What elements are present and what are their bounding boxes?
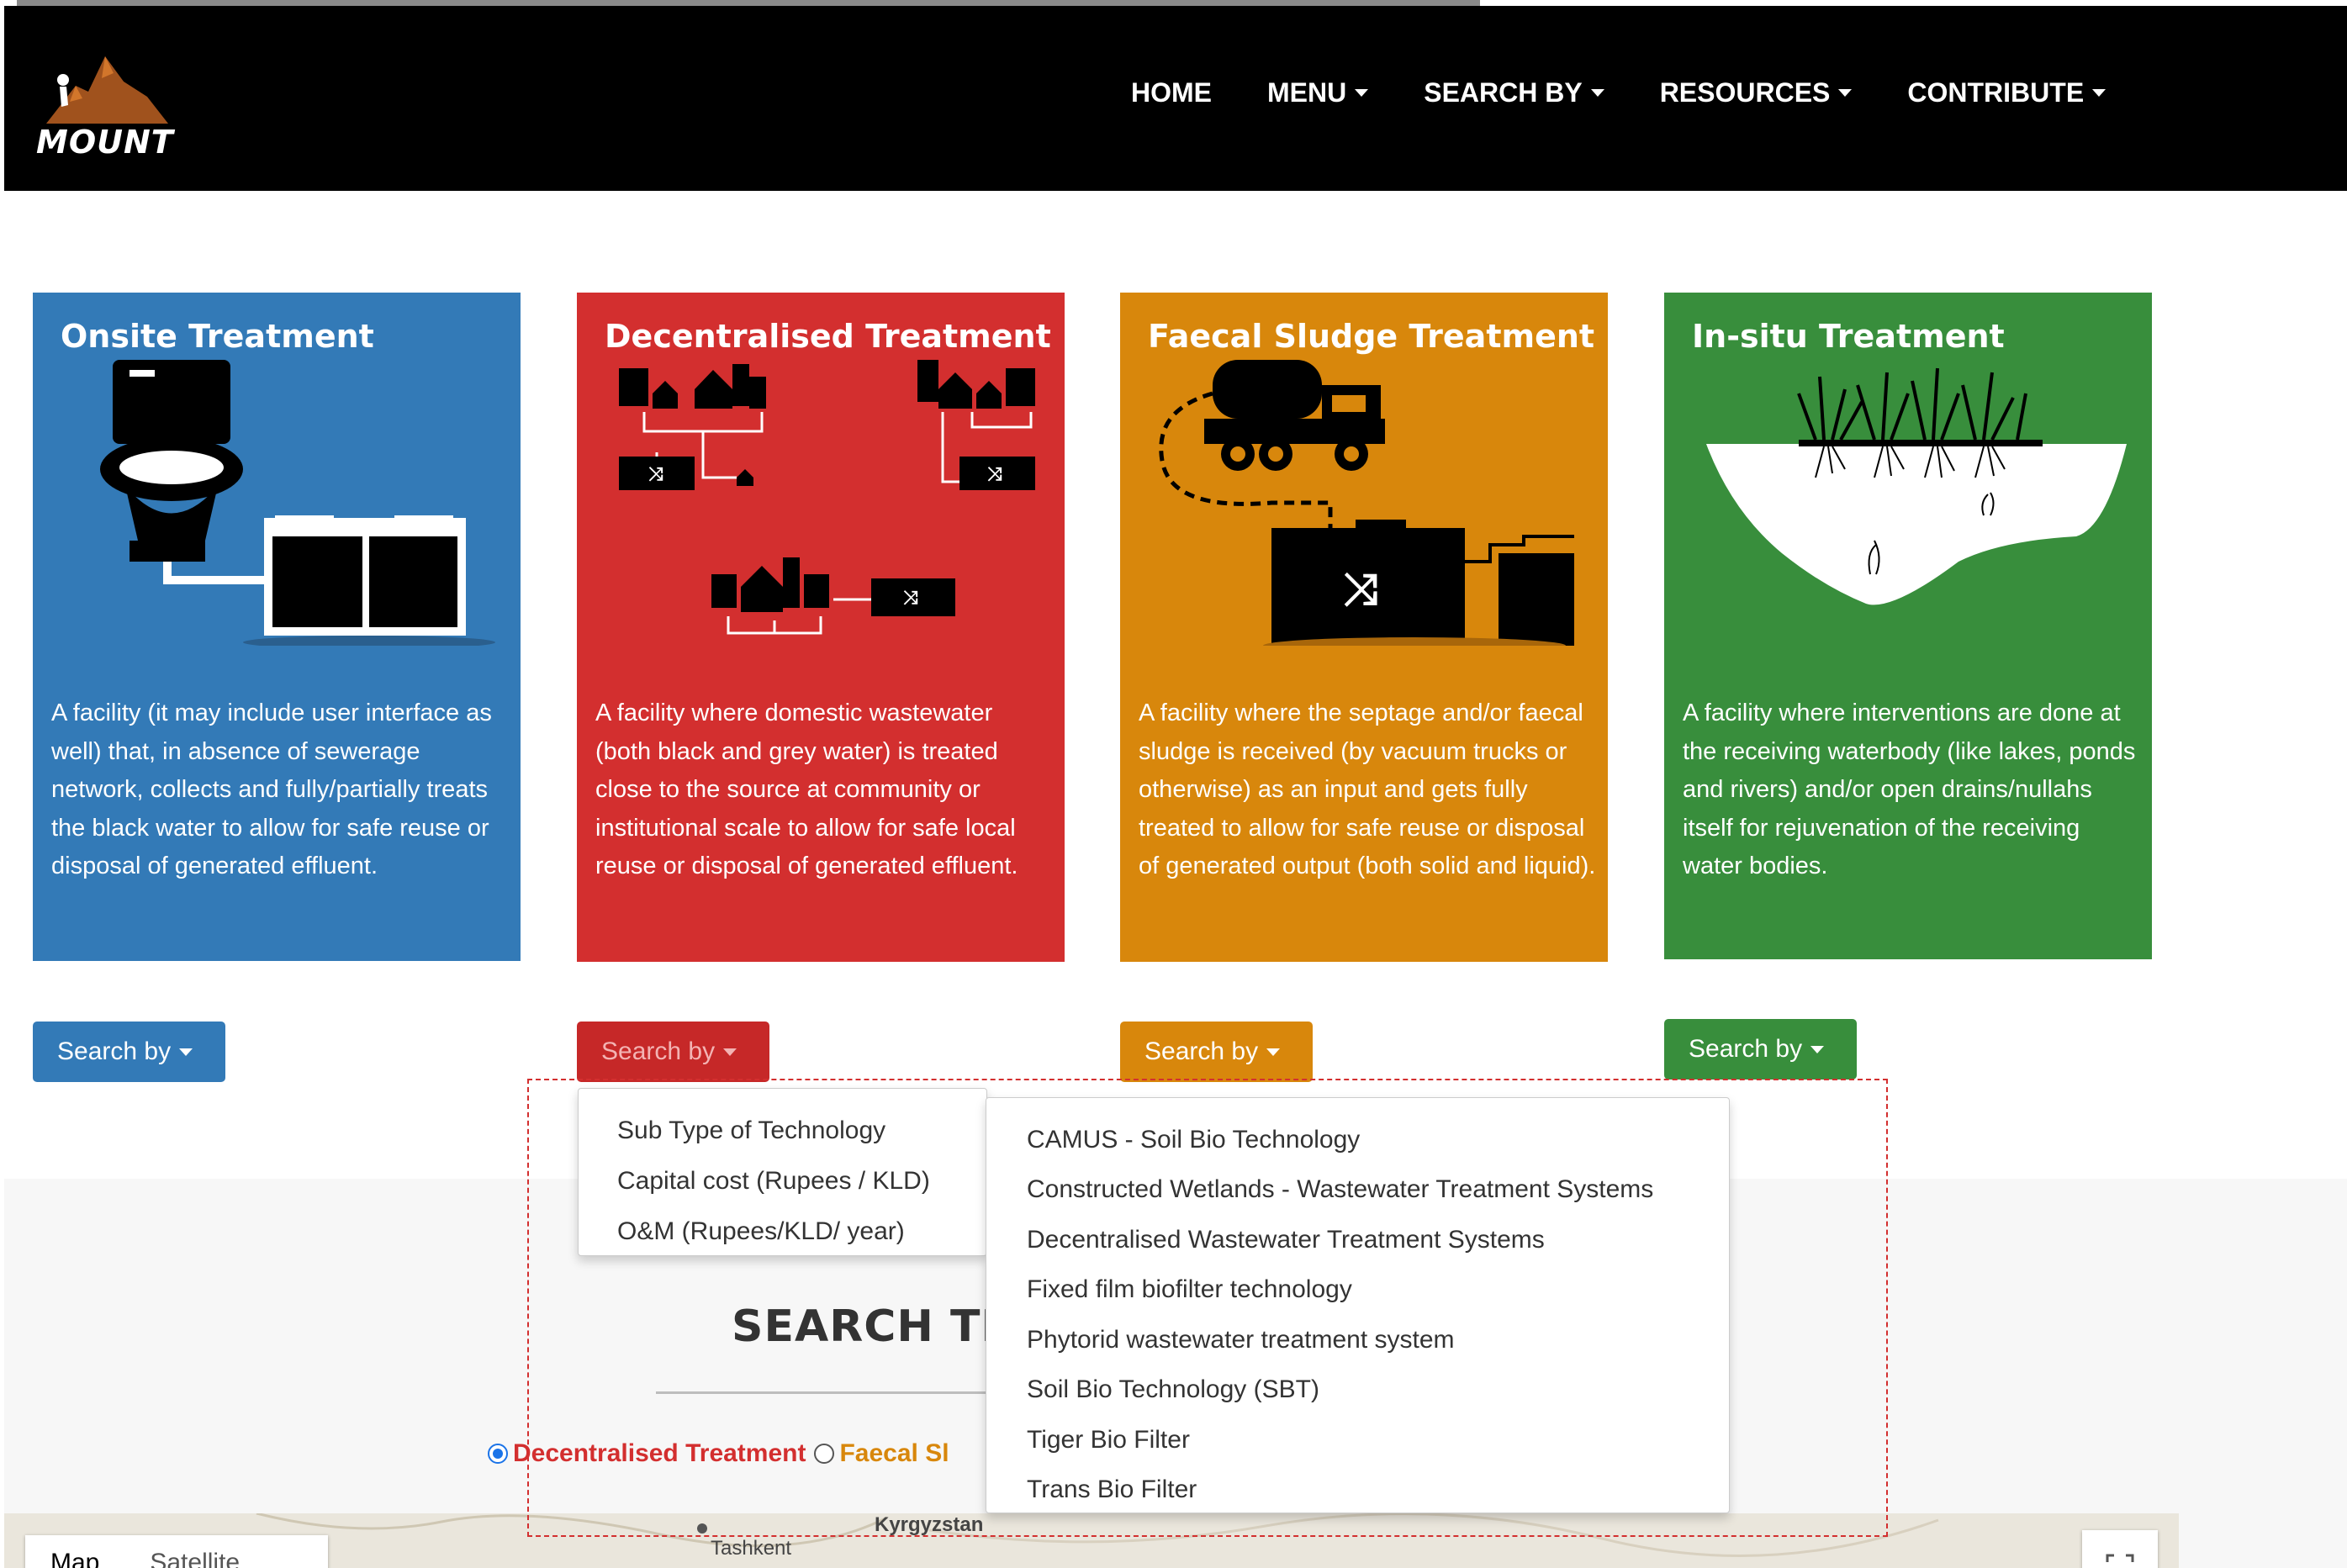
subtype-option[interactable]: Constructed Wetlands - Wastewater Treatm…	[986, 1165, 1729, 1216]
card-title: In-situ Treatment	[1692, 318, 2005, 355]
map-label-tashkent: Tashkent	[711, 1537, 792, 1560]
fullscreen-button[interactable]	[2082, 1530, 2158, 1568]
caret-down-icon	[1810, 1045, 1825, 1053]
in-situ-search-by-button[interactable]: Search by	[1664, 1019, 1857, 1080]
nav-home-label: HOME	[1131, 77, 1212, 108]
subtype-option[interactable]: Decentralised Wastewater Treatment Syste…	[986, 1215, 1729, 1265]
toilet-septic-tank-icon	[100, 360, 495, 646]
nav-resources[interactable]: RESOURCES	[1660, 77, 1853, 108]
caret-down-icon	[1838, 89, 1853, 97]
onsite-search-by-button[interactable]: Search by	[33, 1022, 225, 1082]
button-label: Search by	[1689, 1035, 1803, 1063]
nav-search-by[interactable]: SEARCH BY	[1424, 77, 1604, 108]
card-title: Decentralised Treatment	[605, 318, 1051, 355]
subtype-option[interactable]: Soil Bio Technology (SBT)	[986, 1365, 1729, 1416]
mount-logo[interactable]: MOUNT	[29, 40, 174, 166]
caret-down-icon	[1266, 1048, 1281, 1056]
card-description: A facility (it may include user interfac…	[51, 700, 492, 879]
nav-contribute-label: CONTRIBUTE	[1907, 77, 2085, 108]
subtype-option[interactable]: Trans Bio Filter	[986, 1465, 1729, 1516]
nav-menu[interactable]: MENU	[1267, 77, 1369, 108]
dropdown-option-om-cost[interactable]: O&M (Rupees/KLD/ year)	[579, 1206, 986, 1257]
decentralised-search-by-button[interactable]: Search by	[577, 1022, 769, 1082]
nav-home[interactable]: HOME	[1131, 77, 1212, 108]
navbar: MOUNT HOME MENU SEARCH BY RESOURCES CONT…	[4, 6, 2347, 191]
caret-down-icon	[2092, 89, 2106, 97]
community-network-icon: ⤨ ⤨ ⤨	[619, 360, 1035, 635]
card-title: Onsite Treatment	[61, 318, 374, 355]
subtype-option[interactable]: Fixed film biofilter technology	[986, 1265, 1729, 1316]
card-in-situ-treatment[interactable]: In-situ Treatment A facility where inter…	[1664, 293, 2152, 959]
nav-links: HOME MENU SEARCH BY RESOURCES CONTRIBUTE	[1131, 77, 2161, 108]
nav-search-by-label: SEARCH BY	[1424, 77, 1583, 108]
svg-text:⤨: ⤨	[1343, 565, 1378, 614]
faecal-search-by-button[interactable]: Search by	[1120, 1022, 1313, 1082]
svg-text:⤨: ⤨	[648, 463, 663, 484]
radio-decentralised[interactable]	[488, 1444, 508, 1464]
button-label: Search by	[57, 1037, 172, 1065]
svg-text:⤨: ⤨	[987, 463, 1002, 484]
button-label: Search by	[1144, 1037, 1259, 1065]
nav-contribute[interactable]: CONTRIBUTE	[1907, 77, 2106, 108]
search-by-dropdown: Sub Type of Technology Capital cost (Rup…	[578, 1088, 987, 1256]
map-type-control: Map Satellite	[25, 1535, 328, 1568]
dropdown-option-sub-type[interactable]: Sub Type of Technology	[579, 1106, 986, 1156]
caret-down-icon	[179, 1048, 193, 1056]
nav-resources-label: RESOURCES	[1659, 77, 1831, 108]
caret-down-icon	[723, 1048, 737, 1056]
button-label: Search by	[601, 1037, 716, 1065]
subtype-option[interactable]: Phytorid wastewater treatment system	[986, 1315, 1729, 1365]
card-description: A facility where interventions are done …	[1683, 700, 2136, 879]
nav-menu-label: MENU	[1267, 77, 1347, 108]
card-decentralised-treatment[interactable]: Decentralised Treatment ⤨ ⤨ ⤨ A facility…	[577, 293, 1065, 962]
dropdown-option-capital-cost[interactable]: Capital cost (Rupees / KLD)	[579, 1156, 986, 1206]
caret-down-icon	[1590, 89, 1604, 97]
vacuum-truck-tank-icon: ⤨	[1159, 360, 1574, 646]
svg-text:⤨: ⤨	[903, 587, 918, 608]
wetland-plants-icon	[1706, 367, 2127, 605]
fullscreen-icon	[2106, 1554, 2134, 1562]
subtype-option[interactable]: Tiger Bio Filter	[986, 1415, 1729, 1465]
caret-down-icon	[1355, 89, 1369, 97]
sub-type-dropdown: CAMUS - Soil Bio Technology Constructed …	[986, 1097, 1730, 1513]
logo-text: MOUNT	[36, 124, 174, 161]
card-description: A facility where the septage and/or faec…	[1139, 700, 1596, 879]
map-tab-satellite[interactable]: Satellite	[124, 1535, 265, 1568]
card-description: A facility where domestic wastewater (bo…	[595, 700, 1018, 879]
top-scroll-line	[17, 0, 1480, 6]
map-tab-map[interactable]: Map	[25, 1535, 124, 1568]
card-faecal-sludge-treatment[interactable]: Faecal Sludge Treatment ⤨ A facility whe…	[1120, 293, 1608, 962]
card-onsite-treatment[interactable]: Onsite Treatment A facility (it may incl…	[33, 293, 521, 961]
subtype-option[interactable]: CAMUS - Soil Bio Technology	[986, 1115, 1729, 1165]
card-title: Faecal Sludge Treatment	[1148, 318, 1595, 355]
